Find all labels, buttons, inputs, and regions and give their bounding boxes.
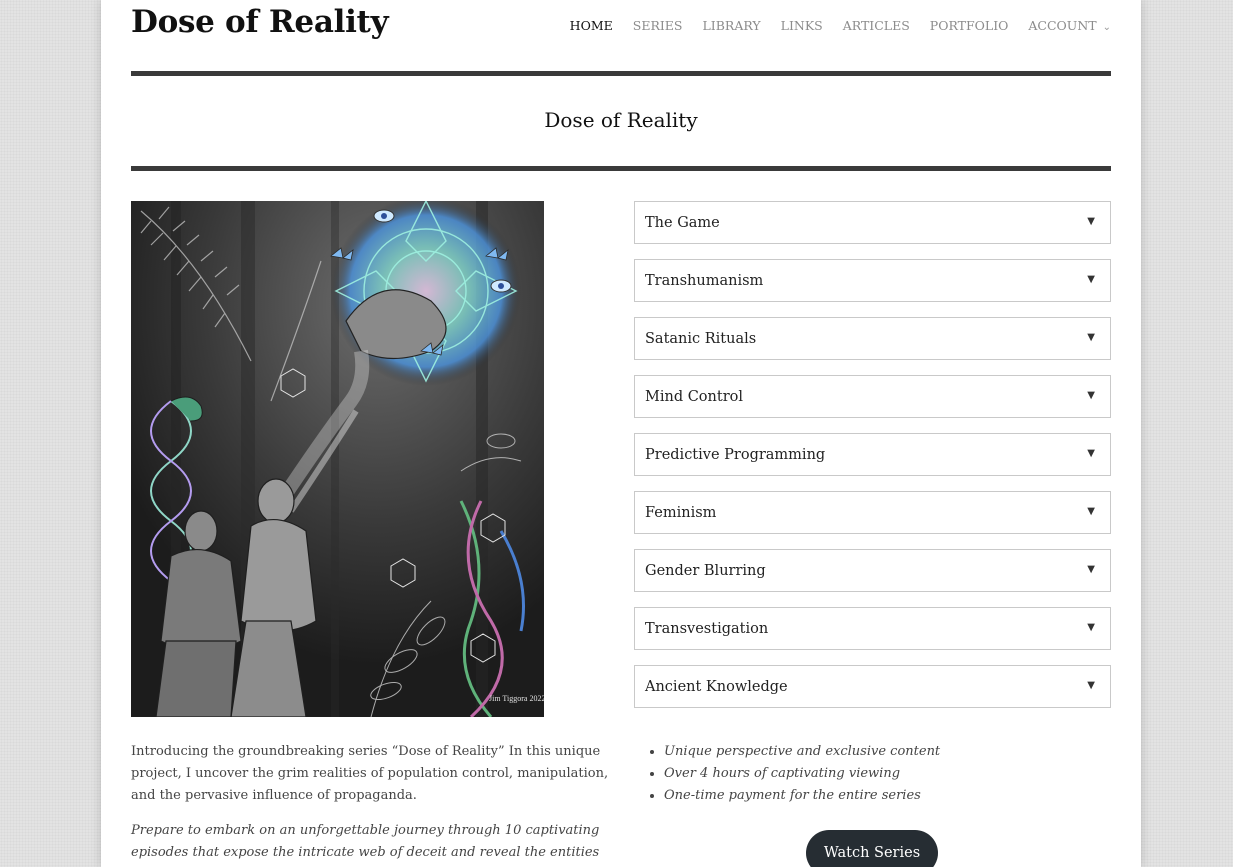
accordion-item-the-game[interactable]: The Game ▼ — [634, 201, 1111, 244]
content-wrapper: Dose of Reality HOME SERIES LIBRARY LINK… — [131, 0, 1111, 867]
watch-series-button[interactable]: Watch Series — [806, 830, 938, 867]
nav-links[interactable]: LINKS — [781, 18, 823, 36]
header-divider — [131, 71, 1111, 76]
series-intro-paragraph: Introducing the groundbreaking series “D… — [131, 744, 609, 803]
episode-accordion: The Game ▼ Transhumanism ▼ Satanic Ritua… — [634, 201, 1111, 723]
nav-home[interactable]: HOME — [570, 18, 613, 36]
nav-portfolio[interactable]: PORTFOLIO — [930, 18, 1009, 36]
artwork-signature: Jim Tiggora 2022 — [489, 694, 544, 703]
accordion-item-ancient-knowledge[interactable]: Ancient Knowledge ▼ — [634, 665, 1111, 708]
triangle-down-icon: ▼ — [1087, 680, 1095, 691]
page-title: Dose of Reality — [544, 108, 698, 132]
accordion-item-predictive-programming[interactable]: Predictive Programming ▼ — [634, 433, 1111, 476]
accordion-label: Gender Blurring — [645, 563, 766, 579]
triangle-down-icon: ▼ — [1087, 506, 1095, 517]
accordion-label: Feminism — [645, 505, 717, 521]
accordion-label: Transvestigation — [645, 621, 769, 637]
triangle-down-icon: ▼ — [1087, 332, 1095, 343]
accordion-item-mind-control[interactable]: Mind Control ▼ — [634, 375, 1111, 418]
series-intro-italic: Prepare to embark on an unforgettable jo… — [131, 823, 600, 860]
triangle-down-icon: ▼ — [1087, 216, 1095, 227]
triangle-down-icon: ▼ — [1087, 622, 1095, 633]
triangle-down-icon: ▼ — [1087, 448, 1095, 459]
accordion-label: Satanic Rituals — [645, 331, 757, 347]
accordion-label: Mind Control — [645, 389, 744, 405]
accordion-item-satanic-rituals[interactable]: Satanic Rituals ▼ — [634, 317, 1111, 360]
nav-articles[interactable]: ARTICLES — [843, 18, 910, 36]
series-artwork: Jim Tiggora 2022 — [131, 201, 544, 717]
accordion-label: Transhumanism — [645, 273, 764, 289]
accordion-label: The Game — [645, 215, 720, 231]
accordion-label: Predictive Programming — [645, 447, 826, 463]
chevron-down-icon: ⌄ — [1102, 22, 1111, 33]
feature-item: Over 4 hours of captivating viewing — [664, 763, 1141, 785]
accordion-item-transvestigation[interactable]: Transvestigation ▼ — [634, 607, 1111, 650]
main-nav: HOME SERIES LIBRARY LINKS ARTICLES PORTF… — [550, 18, 1111, 36]
feature-item: One-time payment for the entire series — [664, 785, 1141, 807]
nav-series[interactable]: SERIES — [633, 18, 683, 36]
artwork-illustration: Jim Tiggora 2022 — [131, 201, 544, 717]
accordion-item-transhumanism[interactable]: Transhumanism ▼ — [634, 259, 1111, 302]
triangle-down-icon: ▼ — [1087, 274, 1095, 285]
title-divider — [131, 166, 1111, 171]
accordion-label: Ancient Knowledge — [645, 679, 788, 695]
triangle-down-icon: ▼ — [1087, 564, 1095, 575]
feature-item: Unique perspective and exclusive content — [664, 741, 1141, 763]
nav-account-label: ACCOUNT — [1028, 18, 1097, 33]
feature-list: Unique perspective and exclusive content… — [634, 741, 1141, 807]
triangle-down-icon: ▼ — [1087, 390, 1095, 401]
nav-account[interactable]: ACCOUNT ⌄ — [1028, 18, 1111, 36]
accordion-item-feminism[interactable]: Feminism ▼ — [634, 491, 1111, 534]
accordion-item-gender-blurring[interactable]: Gender Blurring ▼ — [634, 549, 1111, 592]
site-title[interactable]: Dose of Reality — [131, 2, 389, 42]
nav-library[interactable]: LIBRARY — [702, 18, 760, 36]
page-container: Dose of Reality HOME SERIES LIBRARY LINK… — [101, 0, 1141, 867]
